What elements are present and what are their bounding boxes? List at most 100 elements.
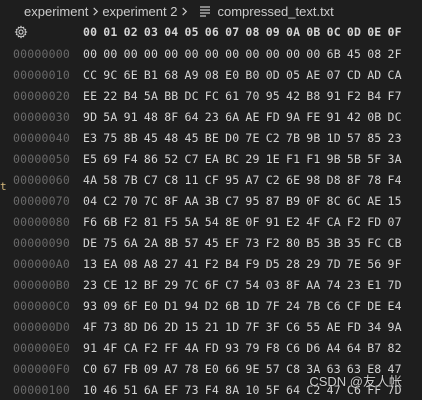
hex-byte[interactable]: 8B (164, 233, 178, 254)
hex-byte[interactable]: F4 (388, 170, 402, 191)
hex-byte[interactable]: 45 (185, 128, 199, 149)
hex-byte[interactable]: 8A (225, 380, 239, 400)
hex-byte[interactable]: 4F (306, 212, 320, 233)
hex-byte[interactable]: 0F (306, 191, 320, 212)
hex-byte[interactable]: 00 (225, 44, 239, 65)
hex-byte[interactable]: 3B (327, 233, 341, 254)
hex-byte[interactable]: 6C (347, 191, 361, 212)
hex-byte[interactable]: 9F (388, 254, 402, 275)
hex-byte[interactable]: 5A (144, 86, 158, 107)
hex-byte[interactable]: 6E (286, 170, 300, 191)
hex-byte[interactable]: 91 (124, 107, 138, 128)
hex-byte[interactable]: 94 (185, 296, 199, 317)
hex-byte[interactable]: D5 (266, 254, 280, 275)
hex-byte[interactable]: 8F (347, 170, 361, 191)
hex-byte[interactable]: 7C (185, 275, 199, 296)
hex-byte[interactable]: 7B (124, 170, 138, 191)
hex-byte[interactable]: 08 (367, 44, 381, 65)
hex-byte[interactable]: 68 (164, 65, 178, 86)
hex-byte[interactable]: F2 (205, 254, 219, 275)
hex-byte[interactable]: 91 (266, 212, 280, 233)
hex-byte[interactable]: AA (185, 191, 199, 212)
hex-byte[interactable]: 91 (327, 86, 341, 107)
hex-byte[interactable]: 34 (367, 317, 381, 338)
hex-byte[interactable]: CA (327, 212, 341, 233)
hex-byte[interactable]: CD (347, 65, 361, 86)
hex-byte[interactable]: FD (367, 212, 381, 233)
hex-byte[interactable]: 42 (286, 86, 300, 107)
hex-byte[interactable]: C7 (144, 170, 158, 191)
hex-byte[interactable]: 00 (144, 44, 158, 65)
hex-byte[interactable]: 91 (83, 338, 97, 359)
hex-byte[interactable]: 8F (164, 191, 178, 212)
hex-byte[interactable]: 2A (144, 233, 158, 254)
hex-byte[interactable]: A9 (185, 65, 199, 86)
hex-byte[interactable]: C6 (286, 317, 300, 338)
hex-byte[interactable]: 22 (103, 86, 117, 107)
hex-byte[interactable]: 7F (245, 317, 259, 338)
hex-byte[interactable]: 0F (245, 212, 259, 233)
hex-byte[interactable]: 8C (327, 191, 341, 212)
hex-byte[interactable]: 4A (185, 338, 199, 359)
hex-byte[interactable]: 24 (286, 296, 300, 317)
hex-byte[interactable]: E0 (225, 65, 239, 86)
hex-byte[interactable]: 79 (245, 338, 259, 359)
hex-byte[interactable]: 70 (124, 191, 138, 212)
breadcrumb-file[interactable]: compressed_text.txt (217, 4, 333, 19)
hex-byte[interactable]: 08 (205, 65, 219, 86)
hex-byte[interactable]: 00 (306, 44, 320, 65)
hex-byte[interactable]: 1D (327, 128, 341, 149)
hex-byte[interactable]: 64 (185, 107, 199, 128)
hex-byte[interactable]: CF (347, 296, 361, 317)
hex-byte[interactable]: C2 (266, 128, 280, 149)
hex-byte[interactable]: D6 (306, 338, 320, 359)
hex-byte[interactable]: B9 (286, 191, 300, 212)
hex-byte[interactable]: 2D (164, 317, 178, 338)
hex-byte[interactable]: BF (144, 275, 158, 296)
hex-byte[interactable]: EE (83, 86, 97, 107)
hex-grid[interactable]: 00000000 00 00 00 00 00 00 00 00 00 00 00 00 6B 45 08 2F… (0, 44, 422, 400)
hex-byte[interactable]: C6 (327, 296, 341, 317)
hex-byte[interactable]: 45 (347, 44, 361, 65)
breadcrumb-folder[interactable]: experiment (0, 4, 88, 19)
hex-byte[interactable]: 82 (388, 338, 402, 359)
hex-byte[interactable]: 78 (185, 359, 199, 380)
hex-byte[interactable]: 09 (144, 359, 158, 380)
hex-byte[interactable]: 9A (286, 107, 300, 128)
hex-byte[interactable]: B8 (306, 86, 320, 107)
hex-byte[interactable]: 7E (347, 254, 361, 275)
hex-byte[interactable]: 6A (225, 107, 239, 128)
hex-byte[interactable]: 66 (225, 359, 239, 380)
hex-byte[interactable]: 57 (266, 359, 280, 380)
hex-byte[interactable]: 5A (185, 212, 199, 233)
hex-byte[interactable]: 3A (388, 149, 402, 170)
hex-byte[interactable]: 29 (306, 254, 320, 275)
hex-byte[interactable]: 5F (266, 380, 280, 400)
hex-byte[interactable]: 9E (245, 359, 259, 380)
hex-byte[interactable]: 8E (225, 212, 239, 233)
hex-byte[interactable]: F4 (124, 149, 138, 170)
hex-byte[interactable]: 00 (164, 44, 178, 65)
hex-byte[interactable]: DE (83, 233, 97, 254)
hex-byte[interactable]: D2 (205, 296, 219, 317)
hex-byte[interactable]: 78 (367, 170, 381, 191)
hex-byte[interactable]: 3F (266, 317, 280, 338)
hex-byte[interactable]: 81 (144, 212, 158, 233)
hex-byte[interactable]: FC (367, 233, 381, 254)
hex-byte[interactable]: 6B (327, 44, 341, 65)
hex-byte[interactable]: D1 (164, 296, 178, 317)
hex-byte[interactable]: A8 (144, 254, 158, 275)
hex-byte[interactable]: E1 (367, 275, 381, 296)
hex-byte[interactable]: 7D (388, 275, 402, 296)
hex-byte[interactable]: 7B (286, 128, 300, 149)
hex-byte[interactable]: FD (347, 317, 361, 338)
hex-byte[interactable]: C6 (286, 338, 300, 359)
hex-byte[interactable]: 23 (388, 128, 402, 149)
hex-byte[interactable]: 48 (144, 107, 158, 128)
hex-byte[interactable]: 7C (144, 191, 158, 212)
hex-byte[interactable]: 4F (103, 338, 117, 359)
hex-byte[interactable]: F1 (286, 149, 300, 170)
hex-byte[interactable]: 8F (164, 107, 178, 128)
hex-byte[interactable]: A7 (245, 170, 259, 191)
hex-byte[interactable]: 07 (327, 65, 341, 86)
